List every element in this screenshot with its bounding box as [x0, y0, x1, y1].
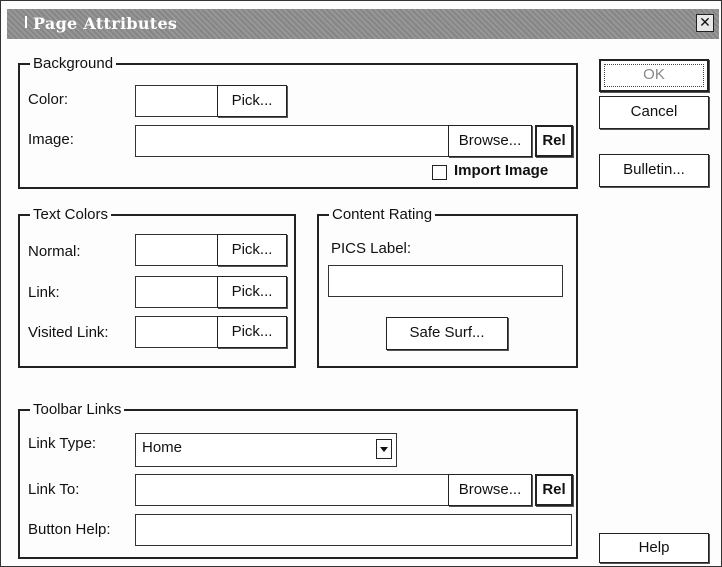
visited-link-label: Visited Link: [28, 324, 109, 341]
pics-label: PICS Label: [331, 240, 412, 257]
image-browse-button[interactable]: Browse... [448, 125, 532, 157]
link-to-browse-button[interactable]: Browse... [448, 474, 532, 506]
safe-surf-button[interactable]: Safe Surf... [386, 317, 508, 350]
link-to-label: Link To: [28, 481, 80, 498]
visited-pick-button[interactable]: Pick... [217, 316, 287, 348]
link-color-swatch[interactable] [135, 276, 219, 308]
close-icon[interactable]: ✕ [696, 14, 714, 32]
color-pick-button[interactable]: Pick... [217, 85, 287, 117]
link-pick-button[interactable]: Pick... [217, 276, 287, 308]
link-to-rel-button[interactable]: Rel [535, 474, 573, 506]
title-bar[interactable]: Page Attributes ✕ [7, 9, 719, 39]
image-path-input[interactable] [135, 125, 452, 157]
normal-color-swatch[interactable] [135, 234, 219, 266]
link-to-input[interactable] [135, 474, 452, 506]
background-legend: Background [30, 54, 117, 74]
ok-label: OK [604, 64, 704, 87]
background-group: Background Color: Pick... Image: Browse.… [18, 54, 578, 189]
page-attributes-dialog: Page Attributes ✕ Background Color: Pick… [0, 0, 722, 567]
content-rating-group: Content Rating PICS Label: Safe Surf... [317, 205, 578, 368]
window-menu-icon[interactable] [25, 16, 27, 28]
pics-label-input[interactable] [328, 265, 563, 297]
text-colors-legend: Text Colors [30, 205, 112, 225]
link-type-value: Home [142, 439, 183, 456]
cancel-button[interactable]: Cancel [599, 96, 709, 129]
toolbar-links-legend: Toolbar Links [30, 400, 125, 420]
text-colors-group: Text Colors Normal: Pick... Link: Pick..… [18, 205, 296, 368]
button-help-input[interactable] [135, 514, 572, 546]
color-swatch-field[interactable] [135, 85, 219, 117]
window-title: Page Attributes [33, 14, 178, 33]
image-rel-button[interactable]: Rel [535, 125, 573, 157]
button-help-label: Button Help: [28, 521, 111, 538]
link-label: Link: [28, 284, 60, 301]
image-label: Image: [28, 131, 74, 148]
chevron-down-icon[interactable] [376, 439, 392, 459]
import-image-label[interactable]: Import Image [454, 162, 548, 179]
ok-button[interactable]: OK [599, 59, 709, 92]
visited-color-swatch[interactable] [135, 316, 219, 348]
color-label: Color: [28, 91, 69, 108]
link-type-select[interactable]: Home [135, 433, 397, 467]
bulletin-button[interactable]: Bulletin... [599, 154, 709, 187]
link-type-label: Link Type: [28, 435, 97, 452]
normal-pick-button[interactable]: Pick... [217, 234, 287, 266]
toolbar-links-group: Toolbar Links Link Type: Home Link To: B… [18, 400, 578, 559]
import-image-checkbox[interactable] [432, 165, 447, 180]
content-rating-legend: Content Rating [329, 205, 436, 225]
normal-label: Normal: [28, 243, 81, 260]
help-button[interactable]: Help [599, 533, 709, 563]
